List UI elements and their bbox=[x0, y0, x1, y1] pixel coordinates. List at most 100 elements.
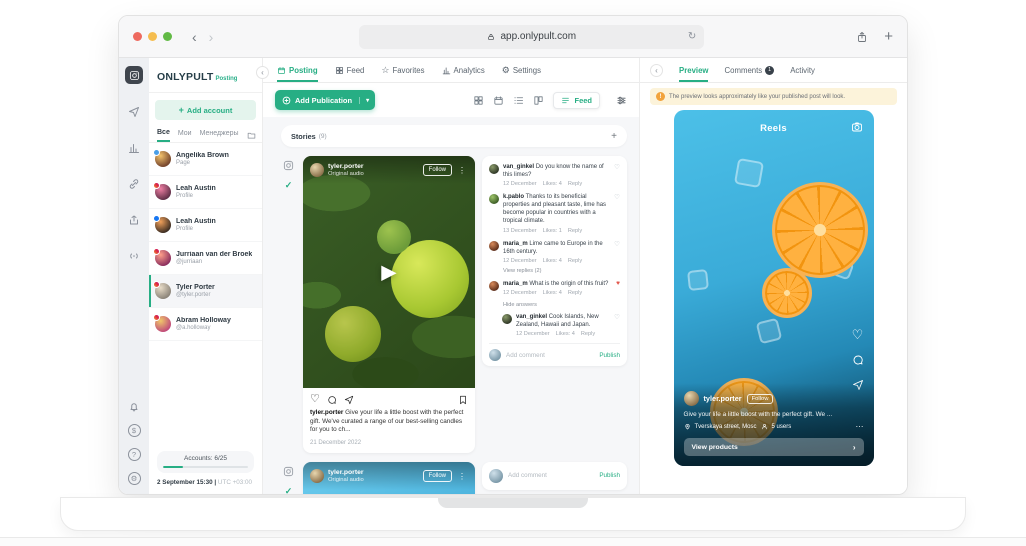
tab-all-accounts[interactable]: Все bbox=[157, 129, 170, 142]
approved-check-icon[interactable]: ✓ bbox=[285, 486, 293, 495]
like-icon[interactable]: ♡ bbox=[852, 328, 864, 341]
calendar-view-icon[interactable] bbox=[493, 95, 504, 106]
link-icon[interactable] bbox=[128, 178, 140, 190]
follow-button[interactable]: Follow bbox=[423, 164, 452, 176]
more-options-icon[interactable]: ⋯ bbox=[856, 422, 864, 431]
reply-link[interactable]: Reply bbox=[568, 290, 582, 296]
settings-circle-icon[interactable]: ⚙ bbox=[128, 472, 141, 485]
notifications-bell-icon[interactable] bbox=[128, 401, 140, 413]
reply-link[interactable]: Reply bbox=[568, 181, 582, 187]
minimize-window-button[interactable] bbox=[148, 32, 157, 41]
tab-preview[interactable]: Preview bbox=[679, 58, 708, 82]
tagged-users[interactable]: 5 users bbox=[772, 424, 792, 430]
publish-button[interactable]: Publish bbox=[599, 472, 620, 479]
browser-forward-button[interactable]: › bbox=[203, 30, 220, 44]
hide-answers-link[interactable]: Hide answers bbox=[503, 302, 620, 308]
instagram-app-icon[interactable] bbox=[125, 66, 143, 84]
follow-button[interactable]: Follow bbox=[423, 470, 452, 482]
reload-icon[interactable]: ↻ bbox=[688, 31, 696, 42]
account-row[interactable]: Leah AustinProfile bbox=[149, 209, 262, 242]
avatar bbox=[489, 469, 503, 483]
board-view-icon[interactable] bbox=[533, 95, 544, 106]
add-comment-input[interactable]: Add comment bbox=[506, 352, 594, 359]
liked-comment-icon[interactable]: ♥ bbox=[616, 280, 620, 296]
tab-settings[interactable]: ⚙ Settings bbox=[502, 58, 541, 82]
stories-bar[interactable]: Stories (9) + bbox=[281, 125, 627, 147]
like-comment-icon[interactable]: ♡ bbox=[614, 313, 620, 337]
play-icon[interactable]: ▶ bbox=[381, 260, 396, 285]
publish-button[interactable]: Publish bbox=[599, 352, 620, 359]
add-comment-input[interactable]: Add comment bbox=[508, 472, 594, 479]
like-comment-icon[interactable]: ♡ bbox=[614, 163, 620, 187]
sidebar-collapse-button[interactable]: ‹ bbox=[256, 66, 269, 79]
comment-icon[interactable] bbox=[852, 354, 864, 366]
list-view-icon[interactable] bbox=[513, 95, 524, 106]
more-options-icon[interactable]: ⋮ bbox=[456, 472, 468, 481]
account-row[interactable]: Jurriaan van der Broek@jurriaan bbox=[149, 242, 262, 275]
add-comment-row: Add comment Publish bbox=[489, 343, 620, 361]
tab-comments[interactable]: Comments1 bbox=[724, 58, 774, 82]
tab-posting[interactable]: Posting bbox=[277, 58, 318, 82]
approved-check-icon[interactable]: ✓ bbox=[285, 180, 293, 191]
follow-button[interactable]: Follow bbox=[747, 394, 774, 404]
like-icon[interactable]: ♡ bbox=[310, 394, 320, 405]
add-account-button[interactable]: + Add account bbox=[155, 100, 256, 120]
filters-icon[interactable] bbox=[616, 95, 627, 106]
share-post-icon[interactable] bbox=[344, 395, 354, 405]
tab-activity[interactable]: Activity bbox=[790, 58, 815, 82]
location-text[interactable]: Tverskaya street, Mosc bbox=[695, 424, 757, 430]
post-card[interactable]: tyler.porter Original audio Follow ⋮ ▶ ♡ bbox=[303, 156, 475, 453]
account-row-selected[interactable]: Tyler Porter@tyler.porter bbox=[149, 275, 262, 308]
account-row[interactable]: Abram Holloway@a.holloway bbox=[149, 308, 262, 341]
add-story-icon[interactable]: + bbox=[611, 131, 617, 142]
close-window-button[interactable] bbox=[133, 32, 142, 41]
avatar bbox=[155, 184, 171, 200]
tab-favorites[interactable]: ☆ Favorites bbox=[381, 58, 424, 82]
view-products-button[interactable]: View products › bbox=[684, 438, 864, 456]
post-video-thumbnail[interactable]: tyler.porter Original audio Follow ⋮ bbox=[303, 462, 475, 495]
more-options-icon[interactable]: ⋮ bbox=[456, 166, 468, 175]
post-username[interactable]: tyler.porter bbox=[328, 163, 364, 171]
account-row[interactable]: Angelika BrownPage bbox=[149, 143, 262, 176]
feed-view-button[interactable]: Feed bbox=[553, 92, 600, 109]
preview-username[interactable]: tyler.porter bbox=[704, 394, 742, 403]
post-card[interactable]: tyler.porter Original audio Follow ⋮ bbox=[303, 462, 475, 495]
reply-link[interactable]: Reply bbox=[568, 228, 582, 234]
post-username[interactable]: tyler.porter bbox=[328, 469, 364, 477]
post-video-thumbnail[interactable]: tyler.porter Original audio Follow ⋮ ▶ bbox=[303, 156, 475, 388]
avatar bbox=[489, 194, 499, 204]
tab-my-accounts[interactable]: Мои bbox=[178, 130, 192, 141]
billing-icon[interactable]: $ bbox=[128, 424, 141, 437]
bookmark-icon[interactable] bbox=[458, 395, 468, 405]
network-badge-icon bbox=[153, 314, 160, 321]
broadcast-icon[interactable] bbox=[128, 250, 140, 262]
browser-back-button[interactable]: ‹ bbox=[186, 30, 203, 44]
account-row[interactable]: Leah AustinProfile bbox=[149, 176, 262, 209]
view-replies-link[interactable]: View replies (2) bbox=[503, 268, 620, 274]
like-comment-icon[interactable]: ♡ bbox=[614, 193, 620, 233]
share-icon[interactable] bbox=[856, 31, 868, 43]
comment-icon[interactable] bbox=[327, 395, 337, 405]
tab-analytics[interactable]: Analytics bbox=[442, 58, 485, 82]
like-comment-icon[interactable]: ♡ bbox=[614, 240, 620, 264]
camera-icon[interactable] bbox=[851, 121, 863, 133]
reply-link[interactable]: Reply bbox=[581, 331, 595, 337]
timezone: UTC +03:00 bbox=[218, 479, 252, 486]
help-icon[interactable]: ? bbox=[128, 448, 141, 461]
address-bar[interactable]: app.onlypult.com ↻ bbox=[359, 25, 704, 49]
grid-view-icon[interactable] bbox=[473, 95, 484, 106]
add-publication-dropdown[interactable]: ▾ bbox=[359, 97, 375, 104]
reply-link[interactable]: Reply bbox=[568, 258, 582, 264]
send-icon[interactable] bbox=[128, 106, 140, 118]
zoom-window-button[interactable] bbox=[163, 32, 172, 41]
new-tab-icon[interactable]: + bbox=[884, 29, 893, 44]
panel-collapse-button[interactable]: ‹ bbox=[650, 64, 663, 77]
folder-icon[interactable] bbox=[247, 131, 256, 140]
tab-feed[interactable]: Feed bbox=[335, 58, 365, 82]
add-publication-button[interactable]: Add Publication ▾ bbox=[275, 90, 375, 110]
analytics-icon[interactable] bbox=[128, 142, 140, 154]
current-datetime: 2 September 15:30 | UTC +03:00 bbox=[157, 479, 254, 486]
export-icon[interactable] bbox=[128, 214, 140, 226]
tab-managers[interactable]: Менеджеры bbox=[200, 130, 239, 141]
browser-chrome: ‹ › app.onlypult.com ↻ + bbox=[119, 16, 907, 58]
